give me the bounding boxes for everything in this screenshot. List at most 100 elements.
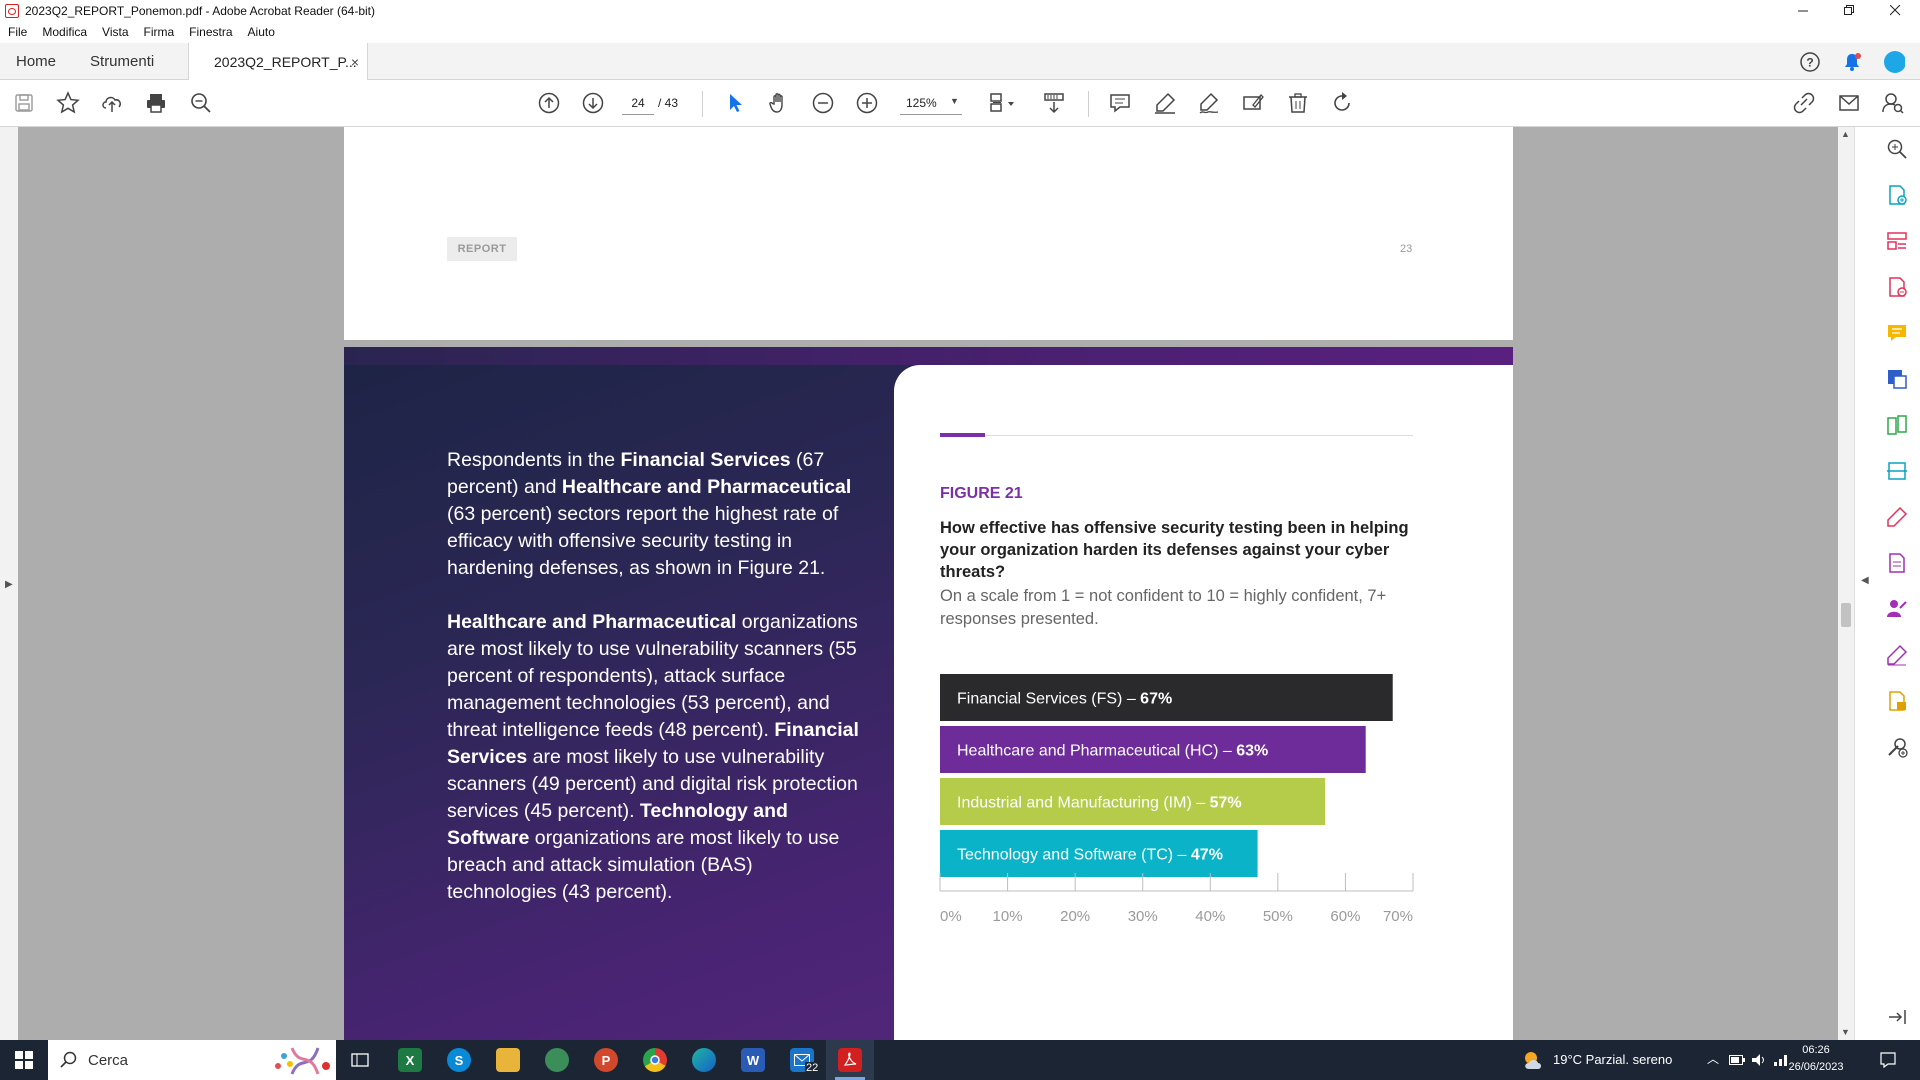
- highlight-pen-icon[interactable]: [1152, 90, 1178, 116]
- tab-home[interactable]: Home: [16, 53, 56, 70]
- toolbar-divider: [1088, 91, 1089, 117]
- expand-left-icon[interactable]: ▶: [5, 579, 13, 590]
- page-number-input[interactable]: [622, 91, 654, 115]
- menu-vista[interactable]: Vista: [102, 25, 128, 39]
- minimize-button[interactable]: [1780, 0, 1826, 21]
- notification-center-icon[interactable]: [1876, 1040, 1900, 1080]
- close-icon: [1889, 5, 1900, 16]
- x-tick-label: 40%: [1195, 908, 1225, 925]
- bookmark-star-icon[interactable]: [55, 90, 81, 116]
- fill-sign-pen-icon[interactable]: [1885, 505, 1909, 529]
- word-icon[interactable]: W: [741, 1048, 765, 1072]
- tab-tools[interactable]: Strumenti: [90, 53, 154, 70]
- tab-close-icon[interactable]: ×: [351, 54, 359, 70]
- menu-modifica[interactable]: Modifica: [42, 25, 87, 39]
- minimize-icon: [1797, 10, 1808, 12]
- share-link-icon[interactable]: [1791, 90, 1817, 116]
- print-icon[interactable]: [143, 90, 169, 116]
- menu-firma[interactable]: Firma: [144, 25, 175, 39]
- export-pdf-icon[interactable]: [1885, 275, 1909, 299]
- tab-document-label: 2023Q2_REPORT_P...: [214, 53, 357, 70]
- prepare-form-icon[interactable]: [1885, 689, 1909, 713]
- scroll-thumb[interactable]: [1841, 603, 1851, 627]
- volume-icon[interactable]: [1750, 1040, 1768, 1080]
- more-tools-icon[interactable]: [1885, 735, 1909, 759]
- page-layout-icon[interactable]: [988, 90, 1014, 116]
- rotate-icon[interactable]: [1329, 90, 1355, 116]
- x-tick-label: 0%: [940, 908, 962, 925]
- notifications-bell-icon[interactable]: [1841, 51, 1863, 73]
- taskbar-search[interactable]: Cerca: [48, 1040, 336, 1080]
- left-panel-toggle[interactable]: ▶: [0, 127, 18, 1040]
- fill-and-sign-icon[interactable]: [1240, 90, 1266, 116]
- restore-button[interactable]: [1826, 0, 1872, 21]
- email-icon[interactable]: [1836, 90, 1862, 116]
- weather-icon[interactable]: [1520, 1040, 1546, 1080]
- cloud-upload-icon[interactable]: [99, 90, 125, 116]
- edit-pdf-icon[interactable]: [1885, 367, 1909, 391]
- task-view-icon[interactable]: [344, 1040, 376, 1080]
- tab-document[interactable]: 2023Q2_REPORT_P... ×: [188, 43, 368, 80]
- hand-tool-icon[interactable]: [766, 90, 792, 116]
- scan-ocr-icon[interactable]: [1885, 459, 1909, 483]
- help-icon[interactable]: ?: [1799, 51, 1821, 73]
- skype-icon[interactable]: S: [447, 1048, 471, 1072]
- clock-time[interactable]: 06:26: [1788, 1044, 1844, 1056]
- previous-page-icon[interactable]: [536, 90, 562, 116]
- scroll-down-icon[interactable]: ▼: [1841, 1027, 1850, 1037]
- compare-files-icon[interactable]: [1885, 413, 1909, 437]
- menu-bar: File Modifica Vista Firma Finestra Aiuto: [0, 21, 1920, 43]
- file-explorer-icon[interactable]: [496, 1048, 520, 1072]
- weather-text[interactable]: 19°C Parzial. sereno: [1553, 1052, 1672, 1067]
- search-zoom-icon[interactable]: [188, 90, 214, 116]
- clock-date[interactable]: 26/06/2023: [1788, 1061, 1844, 1073]
- battery-icon[interactable]: [1728, 1040, 1746, 1080]
- zoom-dropdown-chevron-down-icon[interactable]: ▼: [950, 96, 959, 106]
- comment-icon[interactable]: [1107, 90, 1133, 116]
- zoom-in-icon[interactable]: [854, 90, 880, 116]
- user-avatar[interactable]: [1883, 51, 1905, 73]
- collapse-pane-icon[interactable]: ◀: [1861, 575, 1869, 586]
- menu-finestra[interactable]: Finestra: [189, 25, 232, 39]
- bar-label: Industrial and Manufacturing (IM) – 57%: [957, 795, 1242, 812]
- tray-expand-chevron-up-icon[interactable]: ︿: [1707, 1050, 1719, 1067]
- create-pdf-icon[interactable]: [1885, 183, 1909, 207]
- document-viewer[interactable]: REPORT 23 Respondents in the Financial S…: [0, 127, 1838, 1040]
- search-highlight-dna-icon: [275, 1047, 330, 1075]
- zoom-out-icon[interactable]: [810, 90, 836, 116]
- globe-app-icon[interactable]: [545, 1048, 569, 1072]
- delete-trash-icon[interactable]: [1285, 90, 1311, 116]
- select-cursor-icon[interactable]: [723, 90, 749, 116]
- close-window-button[interactable]: [1872, 0, 1918, 21]
- protect-document-icon[interactable]: [1885, 551, 1909, 575]
- chrome-icon[interactable]: [643, 1048, 667, 1072]
- excel-icon[interactable]: X: [398, 1048, 422, 1072]
- x-tick-label: 30%: [1128, 908, 1158, 925]
- bar-label: Healthcare and Pharmaceutical (HC) – 63%: [957, 743, 1268, 760]
- scroll-mode-icon[interactable]: [1041, 90, 1067, 116]
- account-search-icon[interactable]: [1880, 90, 1906, 116]
- next-page-icon[interactable]: [580, 90, 606, 116]
- menu-aiuto[interactable]: Aiuto: [248, 25, 275, 39]
- certificates-pen-icon[interactable]: [1885, 643, 1909, 667]
- save-icon[interactable]: [11, 90, 37, 116]
- comment-tool-icon[interactable]: [1885, 321, 1909, 345]
- menu-file[interactable]: File: [8, 25, 27, 39]
- zoom-search-icon[interactable]: [1885, 137, 1909, 161]
- vertical-scrollbar[interactable]: ▲ ▼: [1838, 127, 1854, 1040]
- acrobat-reader-taskbar-icon[interactable]: [838, 1048, 862, 1072]
- svg-text:?: ?: [1806, 56, 1813, 70]
- sign-icon[interactable]: [1196, 90, 1222, 116]
- previous-page: REPORT 23: [344, 127, 1513, 340]
- edge-icon[interactable]: [692, 1048, 716, 1072]
- tools-pane: ◀: [1854, 127, 1920, 1040]
- organize-pages-icon[interactable]: [1885, 229, 1909, 253]
- expand-pane-icon[interactable]: [1885, 1005, 1909, 1029]
- bar-label: Financial Services (FS) – 67%: [957, 691, 1172, 708]
- windows-start-icon[interactable]: [8, 1040, 40, 1080]
- scroll-up-icon[interactable]: ▲: [1841, 129, 1850, 139]
- powerpoint-icon[interactable]: P: [594, 1048, 618, 1072]
- search-icon: [60, 1051, 77, 1068]
- x-tick-label: 50%: [1263, 908, 1293, 925]
- request-signature-icon[interactable]: [1885, 597, 1909, 621]
